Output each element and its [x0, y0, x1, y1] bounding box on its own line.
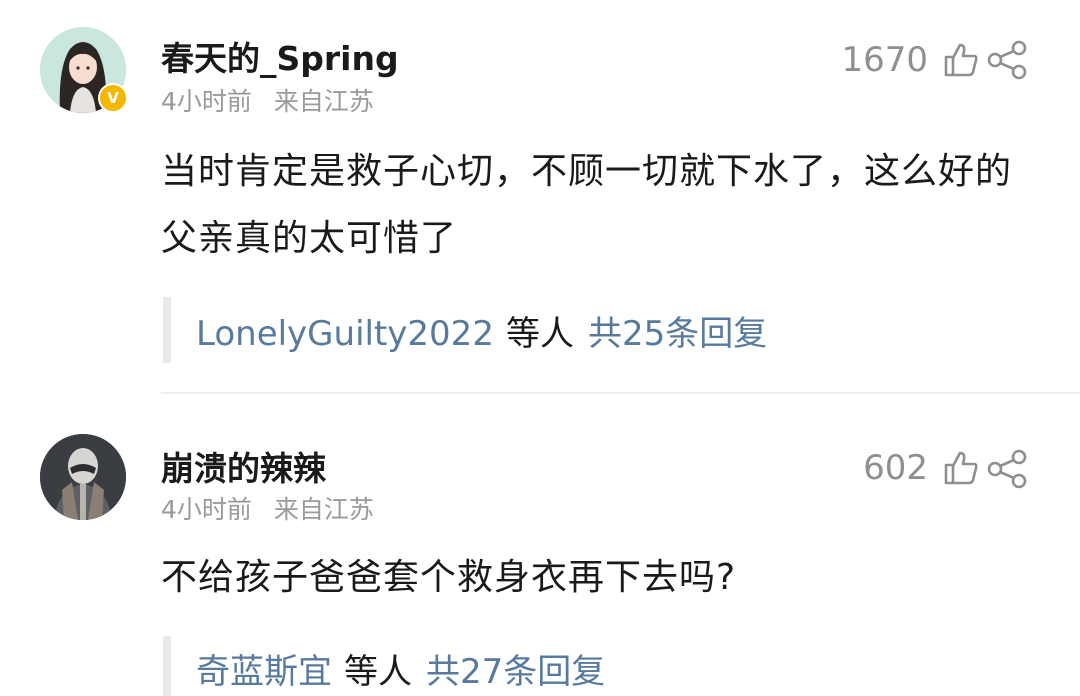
- comment-meta: 4小时前 来自江苏: [161, 82, 374, 118]
- reply-etc: 等人: [505, 314, 574, 354]
- post-time: 4小时前: [161, 87, 252, 116]
- username[interactable]: 崩溃的辣辣: [161, 442, 326, 490]
- username[interactable]: 春天的_Spring: [161, 32, 399, 80]
- avatar[interactable]: [40, 434, 126, 520]
- armored-hero-avatar-icon: [40, 434, 126, 520]
- thumbs-up-icon: [944, 451, 978, 485]
- reply-etc: 等人: [344, 652, 412, 692]
- post-location: 来自江苏: [273, 87, 374, 116]
- reply-user[interactable]: 奇蓝斯宜: [196, 652, 332, 692]
- like-button[interactable]: 602: [863, 448, 980, 488]
- divider: [161, 392, 1080, 394]
- post-time: 4小时前: [161, 495, 252, 524]
- replies-link[interactable]: LonelyGuilty2022 等人 共25条回复: [196, 306, 767, 355]
- comment-text: 当时肯定是救子心切，不顾一切就下水了，这么好的父亲真的太可惜了: [161, 151, 1013, 259]
- thumbs-up-icon: [944, 43, 978, 77]
- comment-text: 不给孩子爸爸套个救身衣再下去吗?: [161, 557, 737, 598]
- share-icon[interactable]: [986, 449, 1030, 489]
- reply-count[interactable]: 共25条回复: [588, 314, 767, 354]
- like-button[interactable]: 1670: [841, 40, 980, 80]
- reply-bar: [163, 636, 171, 696]
- like-count: 1670: [841, 40, 928, 80]
- reply-user[interactable]: LonelyGuilty2022: [196, 314, 494, 354]
- comment-item: V 春天的_Spring 4小时前 来自江苏 1670 当时肯定是救子心切，不顾一…: [0, 0, 1080, 394]
- reply-count[interactable]: 共27条回复: [426, 652, 605, 692]
- comment-meta: 4小时前 来自江苏: [161, 490, 374, 526]
- share-icon[interactable]: [986, 40, 1030, 80]
- reply-bar: [163, 297, 171, 363]
- like-count: 602: [863, 448, 928, 488]
- comment-item: 崩溃的辣辣 4小时前 来自江苏 602 不给孩子爸爸套个救身衣再下去吗? 奇蓝斯宜…: [0, 396, 1080, 696]
- replies-link[interactable]: 奇蓝斯宜 等人 共27条回复: [196, 644, 605, 693]
- post-location: 来自江苏: [273, 495, 374, 524]
- verified-v-badge-icon: V: [98, 83, 128, 113]
